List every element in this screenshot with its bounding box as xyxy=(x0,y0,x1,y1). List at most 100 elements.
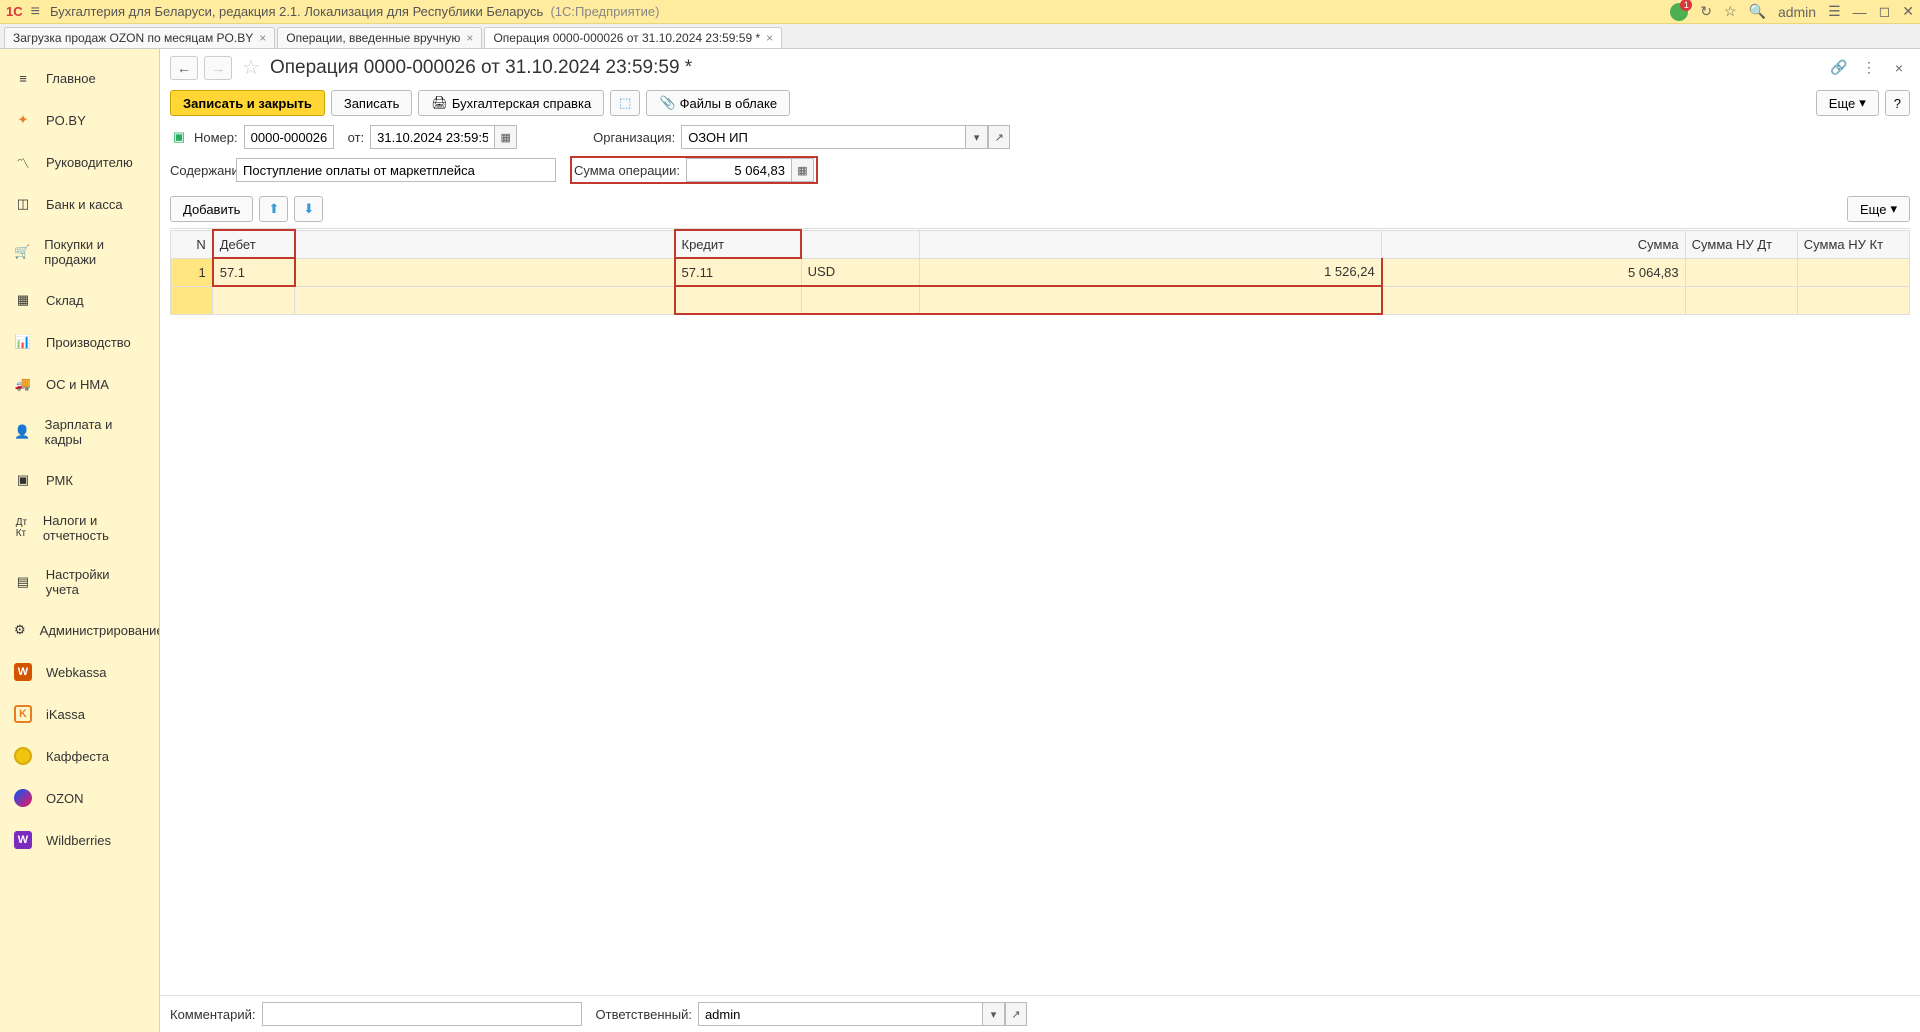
sidebar-item-main[interactable]: ≡Главное xyxy=(0,57,159,99)
col-n[interactable]: N xyxy=(171,230,213,258)
save-close-button[interactable]: Записать и закрыть xyxy=(170,90,325,116)
dropdown-icon[interactable]: ▾ xyxy=(983,1002,1005,1026)
tab-close-icon[interactable]: × xyxy=(466,31,473,45)
org-label: Организация: xyxy=(593,130,675,145)
tab-manual-ops[interactable]: Операции, введенные вручную × xyxy=(277,27,482,48)
table-row-sub[interactable] xyxy=(171,286,1910,314)
col-currency[interactable] xyxy=(801,230,920,258)
cell-debit[interactable]: 57.1 xyxy=(213,258,295,286)
sidebar-item-warehouse[interactable]: ▦Склад xyxy=(0,279,159,321)
notification-icon[interactable] xyxy=(1670,3,1688,21)
home-icon: ≡ xyxy=(14,69,32,87)
sidebar-item-ozon[interactable]: OZON xyxy=(0,777,159,819)
sidebar-item-ikassa[interactable]: KiKassa xyxy=(0,693,159,735)
cell-n: 1 xyxy=(171,258,213,286)
settings-icon[interactable]: ☰ xyxy=(1828,3,1841,20)
cell-nu-dt-sub[interactable] xyxy=(1685,286,1797,314)
more-icon[interactable]: ⋮ xyxy=(1858,57,1880,79)
cell-nu-kt-sub[interactable] xyxy=(1797,286,1909,314)
sidebar-item-webkassa[interactable]: WWebkassa xyxy=(0,651,159,693)
sidebar-item-kaffesta[interactable]: Каффеста xyxy=(0,735,159,777)
sidebar-item-settings[interactable]: ▤Настройки учета xyxy=(0,555,159,609)
cart-icon: 🛒 xyxy=(14,243,30,261)
col-sum[interactable]: Сумма xyxy=(1382,230,1685,258)
accounting-ref-button[interactable]: 🖨 Бухгалтерская справка xyxy=(418,90,604,116)
col-nu-kt[interactable]: Сумма НУ Кт xyxy=(1797,230,1909,258)
help-button[interactable]: ? xyxy=(1885,90,1910,116)
table-more-button[interactable]: Еще ▾ xyxy=(1847,196,1910,222)
search-icon[interactable]: 🔍 xyxy=(1749,3,1766,20)
tab-operation[interactable]: Операция 0000-000026 от 31.10.2024 23:59… xyxy=(484,27,782,48)
col-nu-dt[interactable]: Сумма НУ Дт xyxy=(1685,230,1797,258)
sidebar-item-tax[interactable]: ДтКтНалоги и отчетность xyxy=(0,501,159,555)
date-input[interactable] xyxy=(370,125,495,149)
main-menu-icon[interactable]: ≡ xyxy=(31,3,40,21)
sidebar-item-wb[interactable]: WWildberries xyxy=(0,819,159,861)
number-input[interactable] xyxy=(244,125,334,149)
sidebar-item-rmk[interactable]: ▣РМК xyxy=(0,459,159,501)
maximize-icon[interactable]: ◻ xyxy=(1879,3,1891,20)
back-button[interactable]: ← xyxy=(170,56,198,80)
move-down-button[interactable]: ⬇ xyxy=(294,196,323,222)
history-icon[interactable]: ↻ xyxy=(1700,3,1712,20)
favorite-star-icon[interactable]: ☆ xyxy=(242,55,260,80)
sidebar-item-hr[interactable]: 👤Зарплата и кадры xyxy=(0,405,159,459)
sidebar-item-bank[interactable]: ◫Банк и касса xyxy=(0,183,159,225)
link-icon[interactable]: 🔗 xyxy=(1828,57,1850,79)
open-icon[interactable]: ↗ xyxy=(1005,1002,1027,1026)
cell-credit-sub[interactable] xyxy=(675,286,802,314)
open-icon[interactable]: ↗ xyxy=(988,125,1010,149)
cell-currency-val[interactable]: 1 526,24 xyxy=(920,258,1382,286)
calc-icon[interactable]: ▦ xyxy=(792,158,814,182)
org-input[interactable] xyxy=(681,125,966,149)
tab-close-icon[interactable]: × xyxy=(259,31,266,45)
cell-nu-kt[interactable] xyxy=(1797,258,1909,286)
sidebar-item-assets[interactable]: 🚚ОС и НМА xyxy=(0,363,159,405)
cell-n-sub xyxy=(171,286,213,314)
cloud-files-button[interactable]: 📎 Файлы в облаке xyxy=(646,90,790,116)
comment-input[interactable] xyxy=(262,1002,582,1026)
comment-label: Комментарий: xyxy=(170,1007,256,1022)
forward-button[interactable]: → xyxy=(204,56,232,80)
pos-icon: ▣ xyxy=(14,471,32,489)
favorite-icon[interactable]: ☆ xyxy=(1724,3,1737,20)
tab-close-icon[interactable]: × xyxy=(766,31,773,45)
more-button[interactable]: Еще ▾ xyxy=(1816,90,1879,116)
cell-sum[interactable]: 5 064,83 xyxy=(1382,258,1685,286)
col-debit[interactable]: Дебет xyxy=(213,230,295,258)
cell-debit-sub[interactable] xyxy=(213,286,295,314)
col-debit-ext[interactable] xyxy=(295,230,675,258)
content-input[interactable] xyxy=(236,158,556,182)
user-label[interactable]: admin xyxy=(1778,4,1816,20)
sum-input[interactable] xyxy=(686,158,792,182)
add-button[interactable]: Добавить xyxy=(170,196,253,222)
cell-debit-ext[interactable] xyxy=(295,258,675,286)
cell-currency-val-sub[interactable] xyxy=(920,286,1382,314)
cell-sum-sub[interactable] xyxy=(1382,286,1685,314)
cell-credit[interactable]: 57.11 xyxy=(675,258,802,286)
sidebar-item-production[interactable]: 📊Производство xyxy=(0,321,159,363)
cell-currency[interactable]: USD xyxy=(801,258,920,286)
col-currency-val[interactable] xyxy=(920,230,1382,258)
sidebar-item-sales[interactable]: 🛒Покупки и продажи xyxy=(0,225,159,279)
save-button[interactable]: Записать xyxy=(331,90,413,116)
footer: Комментарий: Ответственный: ▾ ↗ xyxy=(160,995,1920,1032)
sidebar-item-admin[interactable]: ⚙Администрирование xyxy=(0,609,159,651)
col-credit[interactable]: Кредит xyxy=(675,230,802,258)
tab-ozon-load[interactable]: Загрузка продаж OZON по месяцам PO.BY × xyxy=(4,27,275,48)
sidebar-item-poby[interactable]: ✦PO.BY xyxy=(0,99,159,141)
cell-nu-dt[interactable] xyxy=(1685,258,1797,286)
minimize-icon[interactable]: — xyxy=(1853,4,1867,20)
cell-currency-sub[interactable] xyxy=(801,286,920,314)
move-up-button[interactable]: ⬆ xyxy=(259,196,288,222)
structure-button[interactable]: ⬚ xyxy=(610,90,640,116)
sidebar-item-manager[interactable]: 〽Руководителю xyxy=(0,141,159,183)
dropdown-icon[interactable]: ▾ xyxy=(966,125,988,149)
from-label: от: xyxy=(348,130,365,145)
table-row[interactable]: 1 57.1 57.11 USD 1 526,24 5 064,83 xyxy=(171,258,1910,286)
resp-input[interactable] xyxy=(698,1002,983,1026)
close-icon[interactable]: ✕ xyxy=(1902,3,1914,20)
cell-debit-ext-sub[interactable] xyxy=(295,286,675,314)
calendar-icon[interactable]: ▦ xyxy=(495,125,517,149)
close-content-icon[interactable]: × xyxy=(1888,57,1910,79)
